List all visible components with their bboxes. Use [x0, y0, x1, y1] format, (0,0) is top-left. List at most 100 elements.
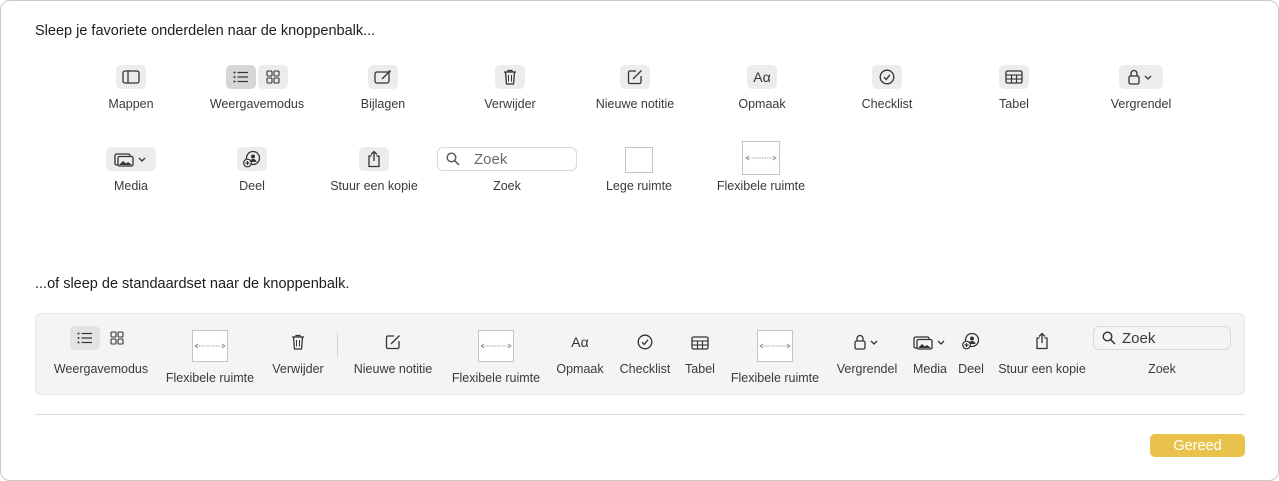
default-toolbar-set[interactable]: Weergavemodus Flexibele ruimte Verwijder…: [35, 313, 1245, 395]
palette-item-nieuwe-notitie[interactable]: Nieuwe notitie: [590, 65, 680, 111]
default-item-label: Checklist: [619, 362, 671, 376]
default-item-label: Flexibele ruimte: [730, 371, 820, 385]
palette-label: Deel: [239, 179, 265, 193]
palette-label: Nieuwe notitie: [595, 97, 675, 111]
palette-label: Media: [113, 179, 149, 193]
palette-item-media[interactable]: Media: [104, 147, 158, 193]
checklist-icon: [637, 314, 653, 354]
media-icon: [106, 147, 156, 171]
format-icon: Aα: [747, 65, 777, 89]
format-icon: Aα: [571, 334, 589, 350]
flexible-space-icon: [757, 329, 793, 363]
palette-item-mappen[interactable]: Mappen: [104, 65, 158, 111]
default-item-zoek: Zoek Zoek: [1092, 314, 1232, 396]
palette-item-zoek[interactable]: Zoek Zoek: [437, 147, 577, 193]
lock-icon: [853, 314, 881, 354]
default-item-label: Flexibele ruimte: [165, 371, 255, 385]
done-button[interactable]: Gereed: [1150, 434, 1245, 457]
list-view-icon: [226, 65, 256, 89]
search-icon: [446, 152, 460, 166]
compose-icon: [620, 65, 650, 89]
default-item-label: Stuur een kopie: [998, 362, 1086, 376]
palette-item-weergavemodus[interactable]: Weergavemodus: [206, 65, 308, 111]
palette-label: Mappen: [108, 97, 154, 111]
send-copy-icon: [1035, 314, 1049, 354]
palette-item-stuur-een-kopie[interactable]: Stuur een kopie: [324, 147, 424, 193]
search-icon: [1102, 331, 1116, 345]
table-icon: [691, 314, 709, 354]
palette-label: Bijlagen: [360, 97, 406, 111]
default-item-label: Opmaak: [556, 362, 604, 376]
search-field-preview: Zoek: [437, 147, 577, 171]
default-item-label: Weergavemodus: [53, 362, 149, 376]
lock-icon: [1119, 65, 1163, 89]
default-item-label: Flexibele ruimte: [451, 371, 541, 385]
palette-item-deel[interactable]: Deel: [232, 147, 272, 193]
space-icon: [625, 147, 653, 173]
default-item-label: Deel: [958, 362, 984, 376]
default-item-label: Vergrendel: [836, 362, 898, 376]
sidebar-icon: [116, 65, 146, 89]
default-item-checklist: Checklist: [614, 314, 676, 396]
default-item-label: Media: [912, 362, 948, 376]
default-set-instruction: ...of sleep de standaardset naar de knop…: [35, 276, 350, 292]
palette-label: Tabel: [999, 97, 1029, 111]
palette-item-flexibele-ruimte[interactable]: Flexibele ruimte: [710, 141, 812, 193]
palette-item-opmaak[interactable]: Aα Opmaak: [734, 65, 790, 111]
default-item-flexibele-ruimte: Flexibele ruimte: [725, 314, 825, 396]
view-mode-icon: [70, 314, 132, 354]
search-placeholder: Zoek: [1122, 329, 1156, 347]
default-item-label: Zoek: [1148, 362, 1176, 376]
palette-label: Checklist: [861, 97, 913, 111]
default-item-deel: Deel: [954, 314, 988, 396]
default-item-opmaak: Aα Opmaak: [552, 314, 608, 396]
trash-icon: [291, 314, 305, 354]
share-icon: [237, 147, 267, 171]
palette-item-vergrendel[interactable]: Vergrendel: [1105, 65, 1177, 111]
default-item-tabel: Tabel: [680, 314, 720, 396]
palette-label: Zoek: [493, 179, 521, 193]
gallery-view-icon: [102, 326, 132, 350]
gallery-view-icon: [258, 65, 288, 89]
default-item-vergrendel: Vergrendel: [832, 314, 902, 396]
palette-label: Flexibele ruimte: [716, 179, 806, 193]
flexible-space-icon: [478, 329, 514, 363]
share-icon: [962, 314, 980, 354]
default-item-verwijder: Verwijder: [268, 314, 328, 396]
palette-item-checklist[interactable]: Checklist: [857, 65, 917, 111]
palette-item-verwijder[interactable]: Verwijder: [479, 65, 541, 111]
default-item-flexibele-ruimte: Flexibele ruimte: [446, 314, 546, 396]
palette-label: Opmaak: [738, 97, 786, 111]
palette-item-bijlagen[interactable]: Bijlagen: [353, 65, 413, 111]
trash-icon: [495, 65, 525, 89]
flexible-space-icon: [742, 141, 780, 175]
palette-label: Lege ruimte: [605, 179, 672, 193]
palette-label: Verwijder: [484, 97, 536, 111]
palette-item-lege-ruimte[interactable]: Lege ruimte: [599, 147, 679, 193]
default-item-media: Media: [908, 314, 952, 396]
checklist-icon: [872, 65, 902, 89]
media-icon: [913, 314, 947, 354]
send-copy-icon: [359, 147, 389, 171]
default-item-weergavemodus: Weergavemodus: [50, 314, 152, 396]
compose-icon: [385, 314, 401, 354]
default-item-label: Tabel: [685, 362, 715, 376]
search-field-preview: Zoek: [1093, 314, 1231, 354]
default-item-stuur-een-kopie: Stuur een kopie: [992, 314, 1092, 396]
flexible-space-icon: [192, 329, 228, 363]
list-view-icon: [70, 326, 100, 350]
customize-toolbar-sheet: Sleep je favoriete onderdelen naar de kn…: [0, 0, 1279, 481]
table-icon: [999, 65, 1029, 89]
view-mode-icon: [226, 65, 288, 89]
palette-label: Weergavemodus: [209, 97, 305, 111]
default-item-label: Nieuwe notitie: [353, 362, 433, 376]
toolbar-separator: [337, 333, 338, 357]
palette-item-tabel[interactable]: Tabel: [994, 65, 1034, 111]
search-placeholder: Zoek: [474, 150, 508, 168]
palette-label: Stuur een kopie: [330, 179, 418, 193]
attachments-icon: [368, 65, 398, 89]
sheet-divider: [35, 414, 1245, 415]
default-item-nieuwe-notitie: Nieuwe notitie: [348, 314, 438, 396]
default-item-flexibele-ruimte: Flexibele ruimte: [160, 314, 260, 396]
favorites-instruction: Sleep je favoriete onderdelen naar de kn…: [35, 23, 376, 39]
